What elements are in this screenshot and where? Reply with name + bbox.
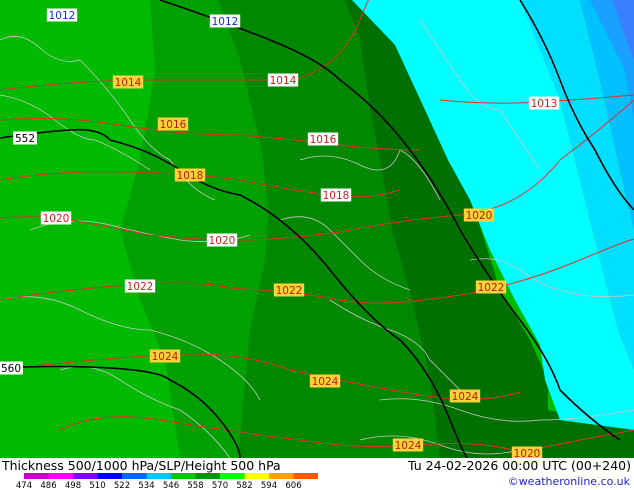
svg-text:1024: 1024 bbox=[395, 440, 422, 452]
scale-tick-label: 522 bbox=[114, 481, 130, 490]
scale-swatch bbox=[122, 473, 147, 479]
isobar-label: 1024 bbox=[149, 349, 181, 363]
isobar-label: 1014 bbox=[267, 73, 299, 87]
scale-swatch bbox=[73, 473, 98, 479]
isobar-label: 1022 bbox=[124, 279, 156, 293]
svg-text:1024: 1024 bbox=[452, 391, 479, 403]
scale-swatch bbox=[293, 473, 318, 479]
svg-text:1024: 1024 bbox=[152, 351, 179, 363]
scale-tick-label: 474 bbox=[16, 481, 32, 490]
map-footer: Thickness 500/1000 hPa/SLP/Height 500 hP… bbox=[0, 458, 634, 490]
svg-text:560: 560 bbox=[1, 363, 21, 375]
scale-swatch bbox=[220, 473, 245, 479]
svg-text:1013: 1013 bbox=[531, 98, 558, 110]
svg-text:1018: 1018 bbox=[177, 170, 204, 182]
scale-tick-label: 486 bbox=[40, 481, 56, 490]
scale-tick-label: 546 bbox=[163, 481, 179, 490]
svg-text:1018: 1018 bbox=[323, 190, 350, 202]
scale-swatch bbox=[97, 473, 122, 479]
isobar-label: 1020 bbox=[463, 208, 495, 222]
svg-text:1024: 1024 bbox=[312, 376, 339, 388]
isobar-label: 1018 bbox=[174, 168, 206, 182]
svg-text:1012: 1012 bbox=[212, 16, 239, 28]
svg-text:1012: 1012 bbox=[49, 10, 76, 22]
isobar-label: 1024 bbox=[309, 374, 341, 388]
scale-tick-label: 510 bbox=[89, 481, 105, 490]
scale-swatch bbox=[146, 473, 171, 479]
map-title: Thickness 500/1000 hPa/SLP/Height 500 hP… bbox=[2, 458, 281, 473]
isobar-label: 1022 bbox=[475, 280, 507, 294]
isobar-label: 1014 bbox=[112, 75, 144, 89]
credit-link[interactable]: ©weatheronline.co.uk bbox=[508, 475, 630, 488]
svg-text:1014: 1014 bbox=[270, 75, 297, 87]
svg-text:1020: 1020 bbox=[466, 210, 493, 222]
height-contour-label: 560 bbox=[0, 361, 23, 375]
isobar-label: 1013 bbox=[528, 96, 560, 110]
svg-text:1022: 1022 bbox=[276, 285, 303, 297]
scale-swatch bbox=[269, 473, 294, 479]
svg-text:1022: 1022 bbox=[127, 281, 154, 293]
scale-tick-label: 558 bbox=[187, 481, 203, 490]
isobar-label: 1012 bbox=[46, 8, 78, 22]
thickness-color-scale: 474 486 498 510 522 534 546 558 570 582 594 606 bbox=[16, 473, 318, 490]
isobar-label: 1016 bbox=[307, 132, 339, 146]
scale-tick-label: 534 bbox=[138, 481, 154, 490]
isobar-label: 1020 bbox=[511, 446, 543, 458]
svg-text:1022: 1022 bbox=[478, 282, 505, 294]
svg-text:1016: 1016 bbox=[160, 119, 187, 131]
isobar-label: 1020 bbox=[206, 233, 238, 247]
weather-map: 1012 1012 1013 1014 1014 1016 1016 1018 1018 1020… bbox=[0, 0, 634, 458]
scale-swatch bbox=[244, 473, 269, 479]
isobar-label: 1024 bbox=[449, 389, 481, 403]
isobar-label: 1022 bbox=[273, 283, 305, 297]
isobar-label: 1018 bbox=[320, 188, 352, 202]
scale-tick-label: 606 bbox=[285, 481, 301, 490]
isobar-label: 1012 bbox=[209, 14, 241, 28]
isobar-label: 1020 bbox=[40, 211, 72, 225]
forecast-datetime: Tu 24-02-2026 00:00 UTC (00+240) bbox=[408, 458, 631, 473]
scale-tick-label: 570 bbox=[212, 481, 228, 490]
svg-text:1020: 1020 bbox=[43, 213, 70, 225]
svg-text:1020: 1020 bbox=[209, 235, 236, 247]
height-contour-label: 552 bbox=[13, 131, 37, 145]
svg-text:552: 552 bbox=[15, 133, 35, 145]
svg-text:1020: 1020 bbox=[514, 448, 541, 458]
scale-swatch bbox=[48, 473, 73, 479]
thickness-bands bbox=[0, 0, 634, 458]
scale-tick-label: 498 bbox=[65, 481, 81, 490]
scale-swatch bbox=[195, 473, 220, 479]
scale-swatch bbox=[171, 473, 196, 479]
scale-tick-label: 582 bbox=[236, 481, 252, 490]
isobar-label: 1016 bbox=[157, 117, 189, 131]
scale-swatch bbox=[24, 473, 49, 479]
svg-text:1014: 1014 bbox=[115, 77, 142, 89]
svg-text:1016: 1016 bbox=[310, 134, 337, 146]
isobar-label: 1024 bbox=[392, 438, 424, 452]
scale-tick-label: 594 bbox=[261, 481, 277, 490]
